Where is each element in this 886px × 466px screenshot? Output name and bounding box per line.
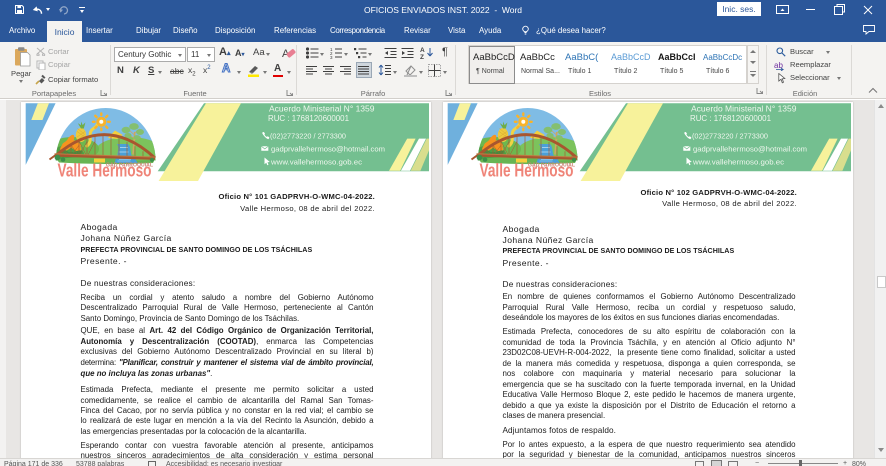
svg-text:A: A: [420, 47, 425, 54]
svg-text:Z: Z: [420, 54, 424, 60]
svg-text:3: 3: [330, 55, 333, 59]
